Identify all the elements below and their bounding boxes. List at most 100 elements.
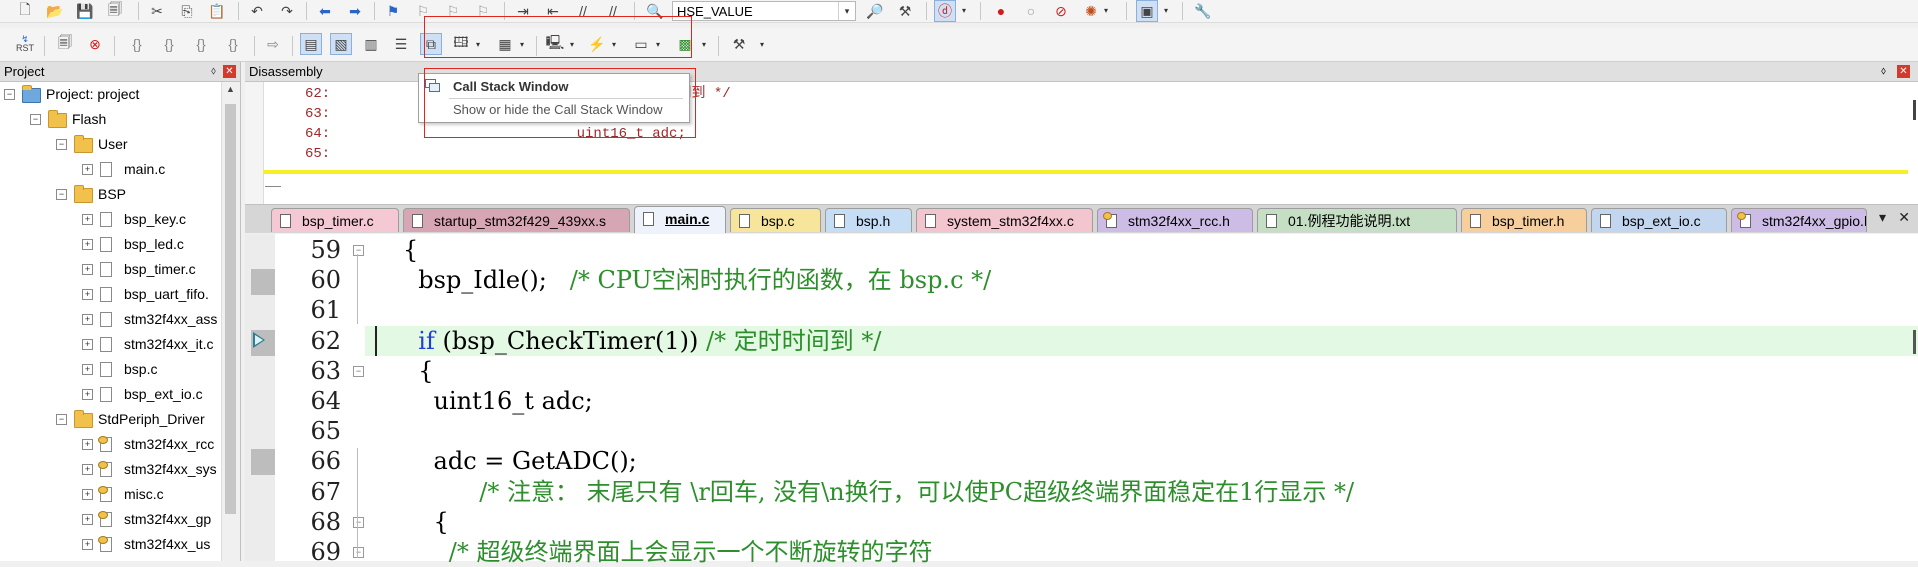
tree-item[interactable]: − StdPeriph_Driver (0, 407, 222, 432)
run-to-cursor-icon[interactable]: {} (222, 33, 244, 55)
code-line[interactable]: adc = GetADC(); (403, 446, 637, 476)
expand-icon[interactable]: + (82, 389, 93, 400)
tree-item[interactable]: − Project: project (0, 82, 222, 107)
expand-icon[interactable]: + (82, 439, 93, 450)
code-line[interactable]: { (403, 356, 433, 386)
navigate-forward-icon[interactable]: ➡ (344, 0, 366, 22)
tree-item[interactable]: + bsp_led.c (0, 232, 222, 257)
call-stack-window-icon[interactable]: ⧉ (420, 33, 442, 55)
close-icon[interactable]: ✕ (1897, 65, 1910, 78)
step-into-icon[interactable]: {} (126, 33, 148, 55)
window-layout-icon[interactable]: ▣ (1136, 0, 1158, 22)
pin-icon[interactable]: ⬨ (1881, 62, 1886, 81)
expand-icon[interactable]: + (82, 214, 93, 225)
tree-item[interactable]: + stm32f4xx_gp (0, 507, 222, 532)
tree-item[interactable]: + stm32f4xx_rcc (0, 432, 222, 457)
toolbox-icon[interactable]: ⚒ (728, 33, 750, 55)
editor-tab[interactable]: stm32f4xx_rcc.h (1097, 208, 1253, 232)
debug-icon[interactable]: ⓓ (934, 0, 956, 22)
serial-window-icon[interactable]: 🖳 (544, 33, 566, 55)
editor-tab[interactable]: bsp.c (730, 208, 821, 232)
editor-tab[interactable]: bsp_timer.h (1461, 208, 1587, 232)
editor-tab[interactable]: system_stm32f4xx.c (916, 208, 1093, 232)
run-icon[interactable]: 🗐 (54, 33, 76, 55)
code-line[interactable]: uint16_t adc; (403, 386, 593, 416)
tree-item[interactable]: + bsp_ext_io.c (0, 382, 222, 407)
editor-tab[interactable]: startup_stm32f429_439xx.s (403, 208, 630, 232)
breakpoint-icon[interactable]: ● (990, 0, 1012, 22)
save-icon[interactable]: 💾 (74, 0, 96, 22)
collapse-icon[interactable]: − (56, 139, 67, 150)
tree-item[interactable]: + bsp.c (0, 357, 222, 382)
disassembly-line[interactable]: 65: (305, 144, 375, 164)
chevron-down-icon[interactable]: ▾ (962, 6, 966, 15)
disassembly-line[interactable]: 64: uint16_t adc; (305, 124, 686, 144)
find-in-files-icon[interactable]: 🔍 (644, 0, 666, 22)
stop-icon[interactable]: ⊗ (84, 33, 106, 55)
expand-icon[interactable]: + (82, 164, 93, 175)
code-line[interactable]: { (403, 235, 418, 265)
editor-scrollbar[interactable] (1913, 330, 1916, 354)
disassembly-window-icon[interactable]: ▧ (330, 33, 352, 55)
expand-icon[interactable]: + (82, 339, 93, 350)
chevron-down-icon[interactable]: ▾ (476, 40, 480, 49)
close-icon[interactable]: ✕ (223, 65, 236, 78)
chevron-down-icon[interactable]: ▾ (656, 40, 660, 49)
tree-item[interactable]: + bsp_key.c (0, 207, 222, 232)
code-line[interactable]: bsp_Idle(); /* CPU空闲时执行的函数，在 bsp.c */ (403, 265, 991, 295)
chevron-down-icon[interactable]: ▾ (520, 40, 524, 49)
watch-window-icon[interactable]: 🖽 (450, 33, 472, 55)
tree-item[interactable]: + main.c (0, 157, 222, 182)
incremental-find-icon[interactable]: ⚒ (894, 0, 916, 22)
tab-menu-icon[interactable]: ▾ (1879, 209, 1886, 226)
paste-icon[interactable]: 📋 (206, 0, 228, 22)
find-icon[interactable]: 🔎 (864, 0, 886, 22)
tree-item[interactable]: + bsp_timer.c (0, 257, 222, 282)
chevron-down-icon[interactable]: ▾ (1164, 6, 1168, 15)
code-line[interactable]: /* 超级终端界面上会显示一个不断旋转的字符 (403, 537, 933, 567)
step-over-icon[interactable]: {} (158, 33, 180, 55)
symbols-window-icon[interactable]: ▥ (360, 33, 382, 55)
navigate-back-icon[interactable]: ⬅ (314, 0, 336, 22)
chevron-down-icon[interactable]: ▾ (1104, 6, 1108, 15)
tree-item[interactable]: + stm32f4xx_us (0, 532, 222, 557)
clear-bookmarks-icon[interactable]: ⚐ (472, 0, 494, 22)
expand-icon[interactable]: + (82, 464, 93, 475)
cut-icon[interactable]: ✂ (146, 0, 168, 22)
pin-icon[interactable]: ⬨ (211, 62, 216, 81)
code-editor[interactable]: { bsp_Idle(); /* CPU空闲时执行的函数，在 bsp.c */ … (245, 234, 1918, 566)
editor-tab[interactable]: stm32f4xx_gpio.h (1731, 208, 1867, 232)
tree-item[interactable]: + stm32f4xx_ass (0, 307, 222, 332)
chevron-down-icon[interactable]: ▾ (702, 40, 706, 49)
disassembly-line[interactable]: 63: (305, 104, 375, 124)
memory-window-icon[interactable]: ▦ (494, 33, 516, 55)
editor-tab[interactable]: bsp_ext_io.c (1591, 208, 1727, 232)
collapse-icon[interactable]: − (30, 114, 41, 125)
breakpoint-slot[interactable] (251, 449, 275, 475)
redo-icon[interactable]: ↷ (276, 0, 298, 22)
code-line[interactable]: { (403, 507, 449, 537)
undo-icon[interactable]: ↶ (246, 0, 268, 22)
scroll-up-icon[interactable]: ▲ (226, 84, 235, 94)
scrollbar-thumb[interactable] (225, 104, 236, 514)
system-viewer-icon[interactable]: ▩ (674, 33, 696, 55)
tree-item[interactable]: + bsp_uart_fifo. (0, 282, 222, 307)
prev-bookmark-icon[interactable]: ⚐ (412, 0, 434, 22)
disable-breakpoint-icon[interactable]: ○ (1020, 0, 1042, 22)
copy-icon[interactable]: ⎘ (176, 0, 198, 22)
code-line[interactable]: if (bsp_CheckTimer(1)) /* 定时时间到 */ (403, 326, 881, 356)
expand-icon[interactable]: + (82, 314, 93, 325)
chevron-down-icon[interactable]: ▾ (612, 40, 616, 49)
indent-icon[interactable]: ⇥ (512, 0, 534, 22)
fold-toggle-icon[interactable]: − (353, 245, 364, 256)
wrench-icon[interactable]: 🔧 (1192, 0, 1214, 22)
fold-toggle-icon[interactable]: − (353, 547, 364, 558)
tree-item[interactable]: − BSP (0, 182, 222, 207)
tree-item[interactable]: − User (0, 132, 222, 157)
editor-tab[interactable]: main.c (634, 206, 726, 233)
registers-window-icon[interactable]: ☰ (390, 33, 412, 55)
reset-button[interactable]: ↯ RST (12, 33, 38, 55)
kill-breakpoints-icon[interactable]: ⊘ (1050, 0, 1072, 22)
expand-icon[interactable]: + (82, 289, 93, 300)
collapse-icon[interactable]: − (56, 414, 67, 425)
